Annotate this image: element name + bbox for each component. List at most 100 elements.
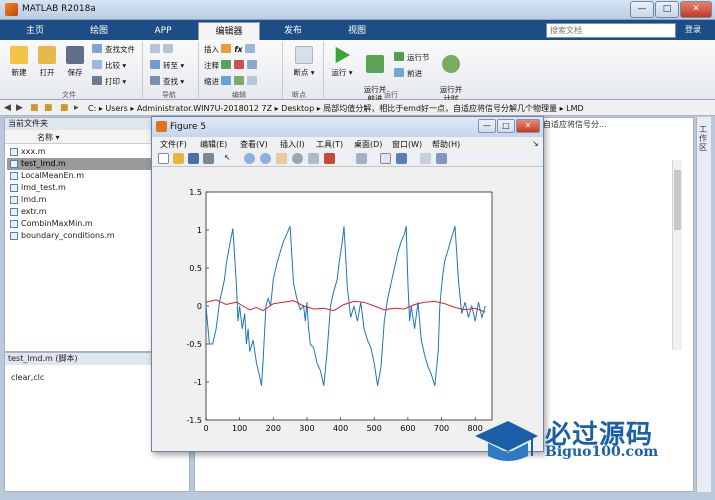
section-label-run: 运行: [384, 91, 398, 99]
menu-desktop[interactable]: 桌面(D): [354, 139, 382, 150]
advance-button[interactable]: 前进: [394, 68, 422, 79]
y-tick-label: 0: [197, 302, 202, 311]
nav-forward-icon: [163, 44, 173, 53]
print-button[interactable]: 打印 ▾: [92, 76, 126, 87]
figure-maximize-button[interactable]: □: [497, 119, 515, 133]
insert-button[interactable]: 插入 fx: [204, 44, 258, 55]
tab-view[interactable]: 视图: [326, 22, 388, 40]
minimize-button[interactable]: —: [630, 1, 654, 18]
menu-overflow-icon[interactable]: ↘: [532, 139, 539, 148]
nav-arrows[interactable]: [150, 44, 176, 54]
ribbon-divider: [198, 42, 199, 98]
find-button[interactable]: 查找 ▾: [150, 76, 184, 87]
section-label-breakpoints: 断点: [292, 91, 306, 99]
browse-folder-icon[interactable]: ■: [44, 103, 53, 113]
graduation-cap-icon: [475, 421, 538, 461]
login-link[interactable]: 登录: [685, 24, 701, 35]
find-files-button[interactable]: 查找文件: [92, 44, 135, 55]
goto-button[interactable]: 转至 ▾: [150, 60, 184, 71]
run-advance-icon: [366, 55, 384, 73]
matlab-logo-icon: [5, 3, 18, 16]
figure-minimize-button[interactable]: —: [478, 119, 496, 133]
editor-scrollbar[interactable]: [672, 160, 682, 350]
tab-publish[interactable]: 发布: [262, 22, 324, 40]
menu-edit[interactable]: 编辑(E): [200, 139, 227, 150]
colorbar-icon[interactable]: [380, 153, 391, 164]
menu-insert[interactable]: 插入(I): [280, 139, 305, 150]
menu-window[interactable]: 窗口(W): [392, 139, 422, 150]
open-file-icon[interactable]: [173, 153, 184, 164]
zoom-in-icon[interactable]: [244, 153, 255, 164]
x-tick-label: 700: [434, 424, 449, 433]
print-figure-icon[interactable]: [203, 153, 214, 164]
run-section-icon: [394, 52, 404, 61]
maximize-button[interactable]: □: [655, 1, 679, 18]
editor-file-tab[interactable]: 自适应将信号分...: [543, 119, 607, 130]
current-folder-path[interactable]: C: ▸ Users ▸ Administrator.WIN7U-2018012…: [88, 103, 584, 114]
app-title: MATLAB R2018a: [22, 4, 96, 14]
figure-close-button[interactable]: ✕: [516, 119, 540, 133]
new-figure-icon[interactable]: [158, 153, 169, 164]
indent-icon: [221, 76, 232, 85]
legend-icon[interactable]: [396, 153, 407, 164]
compare-button[interactable]: 比较 ▾: [92, 60, 126, 71]
save-button[interactable]: 保存: [62, 46, 88, 78]
back-arrow-icon[interactable]: ◀: [4, 103, 11, 113]
show-plot-tools-icon[interactable]: [436, 153, 447, 164]
y-tick-label: -1.5: [186, 416, 202, 425]
forward-arrow-icon[interactable]: ▶: [16, 103, 23, 113]
edit-pointer-icon[interactable]: ↖: [224, 153, 235, 164]
ribbon-divider: [323, 42, 324, 98]
run-button[interactable]: 运行 ▾: [328, 46, 356, 78]
function-file-icon: [10, 172, 18, 180]
tab-plots[interactable]: 绘图: [68, 22, 130, 40]
brush-icon[interactable]: [324, 153, 335, 164]
matlab-logo-icon: [156, 121, 167, 132]
menu-tools[interactable]: 工具(T): [316, 139, 343, 150]
line-chart[interactable]: 0 100 200 300 400 500 600 700 800-1.5-1-0.500.51…: [152, 168, 543, 451]
comment-icon: [221, 60, 232, 69]
new-file-icon: [10, 46, 28, 64]
breakpoints-button[interactable]: 断点 ▾: [290, 46, 318, 78]
address-bar: ◀ ▶ ■ ■ ■ ▸ C: ▸ Users ▸ Administrator.W…: [0, 100, 715, 116]
y-tick-label: -1: [194, 378, 202, 387]
save-figure-icon[interactable]: [188, 153, 199, 164]
rotate-3d-icon[interactable]: [292, 153, 303, 164]
ribbon-divider: [282, 42, 283, 98]
figure-menubar: 文件(F) 编辑(E) 查看(V) 插入(I) 工具(T) 桌面(D) 窗口(W…: [152, 137, 543, 151]
run-play-icon: [335, 46, 351, 64]
folder-open-icon: [38, 46, 56, 64]
comment-button[interactable]: 注释: [204, 60, 260, 71]
search-docs-input[interactable]: 搜索文档: [546, 23, 676, 38]
tab-editor[interactable]: 编辑器: [198, 22, 260, 40]
run-section-button[interactable]: 运行节: [394, 52, 430, 63]
name-column-label: 名称 ▾: [37, 133, 60, 142]
run-and-time-button[interactable]: 运行并 计时: [436, 46, 466, 103]
function-file-icon: [10, 220, 18, 228]
y-tick-label: 1.5: [189, 188, 202, 197]
tab-home[interactable]: 主页: [4, 22, 66, 40]
link-plot-icon[interactable]: [356, 153, 367, 164]
hide-plot-tools-icon[interactable]: [420, 153, 431, 164]
zoom-out-icon[interactable]: [260, 153, 271, 164]
path-dropdown-icon[interactable]: ▸: [74, 103, 79, 113]
data-cursor-icon[interactable]: [308, 153, 319, 164]
indent-button[interactable]: 缩进: [204, 76, 260, 87]
menu-file[interactable]: 文件(F): [160, 139, 187, 150]
menu-view[interactable]: 查看(V): [240, 139, 268, 150]
goto-icon: [150, 60, 160, 69]
insert-extra-icon: [244, 44, 255, 53]
up-folder-icon[interactable]: ■: [30, 103, 39, 113]
plot-area[interactable]: 0 100 200 300 400 500 600 700 800 -1.5 -1 -0.5 0 0.5 1…: [152, 168, 543, 451]
save-disk-icon: [66, 46, 84, 64]
x-tick-label: 300: [299, 424, 314, 433]
tab-apps[interactable]: APP: [132, 22, 194, 40]
open-button[interactable]: 打开: [34, 46, 60, 78]
pan-hand-icon[interactable]: [276, 153, 287, 164]
folder-icon: ■: [60, 103, 69, 113]
scrollbar-thumb[interactable]: [674, 170, 681, 230]
new-button[interactable]: 新建: [6, 46, 32, 78]
menu-help[interactable]: 帮助(H): [432, 139, 460, 150]
section-label-edit: 编辑: [232, 91, 246, 99]
close-button[interactable]: ✕: [680, 1, 712, 18]
